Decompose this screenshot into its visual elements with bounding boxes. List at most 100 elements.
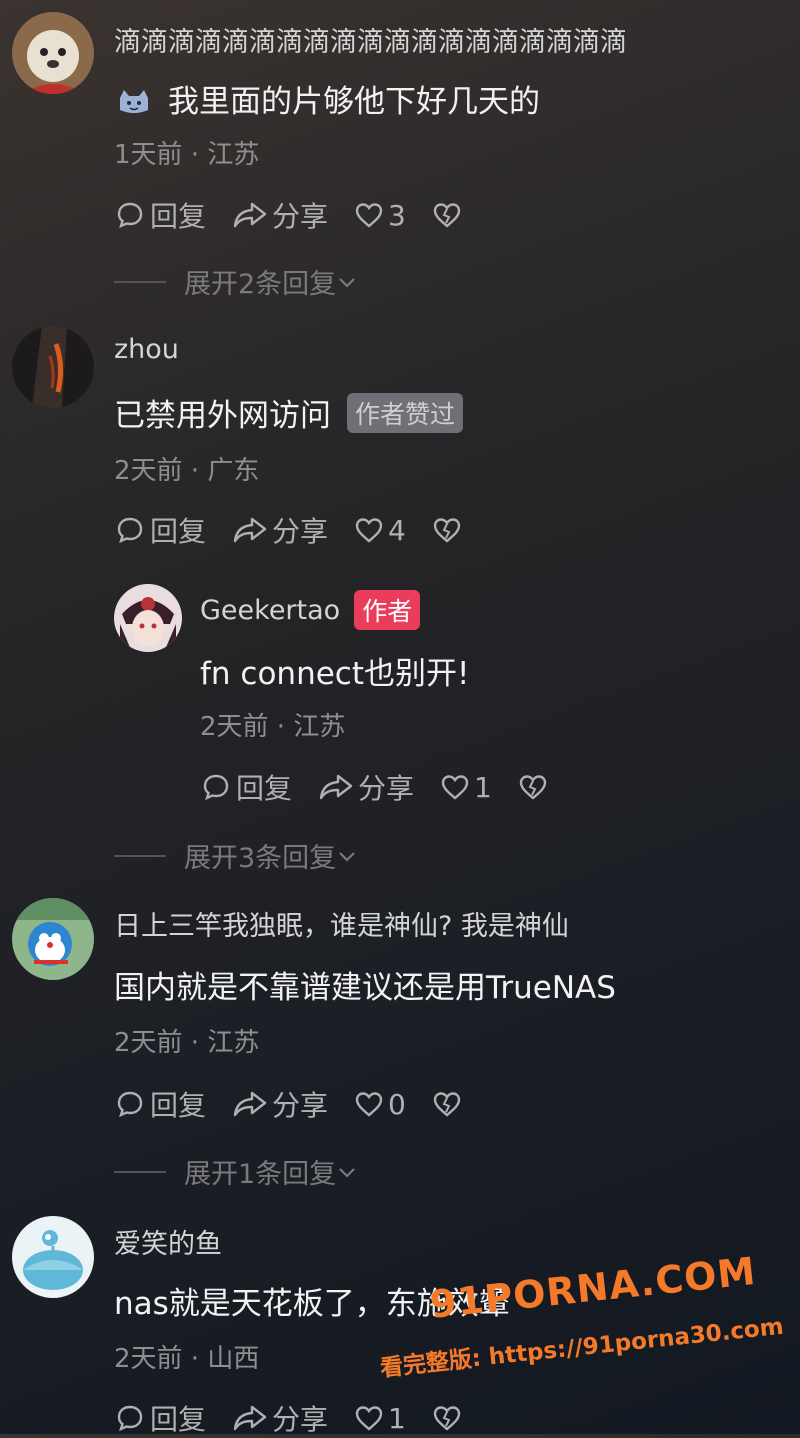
share-label: 分享 — [272, 200, 329, 233]
reply-username-text[interactable]: Geekertao — [200, 595, 340, 626]
like-button[interactable]: 0 — [354, 1088, 406, 1121]
reply-button[interactable]: 回复 — [200, 767, 292, 807]
expand-label: 展开2条回复 — [184, 269, 337, 300]
comment-item: 日上三竿我独眠，谁是神仙? 我是神仙 国内就是不靠谱建议还是用TrueNAS 2… — [0, 880, 800, 1200]
comment-meta: 1天前 · 江苏 — [114, 140, 260, 170]
cat-emoji-icon — [118, 86, 150, 113]
expand-replies-button[interactable]: 展开2条回复 — [114, 262, 358, 301]
broken-heart-icon — [519, 775, 547, 800]
share-button[interactable]: 分享 — [318, 767, 414, 807]
share-icon — [233, 1405, 267, 1431]
comment-meta: 2天前 · 江苏 — [114, 1028, 260, 1058]
comment-actions: 回复 分享 4 — [114, 510, 488, 550]
comment-username[interactable]: 日上三竿我独眠，谁是神仙? 我是神仙 — [114, 904, 569, 943]
heart-icon — [355, 518, 383, 543]
avatar-image — [12, 12, 94, 94]
heart-icon — [355, 203, 383, 228]
reply-button[interactable]: 回复 — [114, 510, 206, 550]
dislike-button[interactable] — [432, 201, 462, 229]
comment-item: 滴滴滴滴滴滴滴滴滴滴滴滴滴滴滴滴滴滴滴 我里面的片够他下好几天的 1天前 · 江… — [0, 0, 800, 300]
share-label: 分享 — [272, 1089, 329, 1122]
user-avatar[interactable] — [12, 326, 94, 408]
reply-icon — [117, 517, 143, 544]
reply-icon — [117, 1091, 143, 1118]
divider-line — [114, 1170, 166, 1173]
dislike-button[interactable] — [432, 516, 462, 544]
like-button[interactable]: 1 — [440, 771, 492, 804]
share-button[interactable]: 分享 — [232, 1398, 328, 1438]
share-label: 分享 — [358, 772, 415, 805]
broken-heart-icon — [433, 1092, 461, 1117]
user-avatar[interactable] — [12, 12, 94, 94]
user-avatar[interactable] — [12, 1216, 94, 1298]
author-badge: 作者 — [354, 590, 421, 630]
broken-heart-icon — [433, 518, 461, 543]
comment-body: 已禁用外网访问 — [114, 398, 331, 434]
reply-label: 回复 — [236, 772, 293, 805]
chevron-down-icon — [339, 277, 355, 288]
comment-text: 国内就是不靠谱建议还是用TrueNAS — [114, 970, 616, 1006]
reply-button[interactable]: 回复 — [114, 195, 206, 235]
comment-text: 已禁用外网访问 作者赞过 — [114, 390, 464, 435]
reply-actions: 回复 分享 1 — [200, 767, 574, 807]
broken-heart-icon — [433, 203, 461, 228]
comment-text: 我里面的片够他下好几天的 — [118, 76, 540, 121]
expand-label: 展开1条回复 — [184, 1159, 337, 1190]
comment-actions: 回复 分享 0 — [114, 1084, 488, 1124]
avatar-image — [12, 898, 94, 980]
comment-meta: 2天前 · 山西 — [114, 1344, 260, 1374]
reply-meta: 2天前 · 江苏 — [200, 712, 346, 742]
share-icon — [233, 1091, 267, 1117]
share-button[interactable]: 分享 — [232, 195, 328, 235]
comment-username[interactable]: 滴滴滴滴滴滴滴滴滴滴滴滴滴滴滴滴滴滴滴 — [114, 20, 627, 59]
share-icon — [233, 517, 267, 543]
share-label: 分享 — [272, 1403, 329, 1436]
share-button[interactable]: 分享 — [232, 1084, 328, 1124]
like-button[interactable]: 3 — [354, 199, 406, 232]
comment-meta: 2天前 · 广东 — [114, 456, 260, 486]
reply-icon — [117, 202, 143, 229]
like-button[interactable]: 4 — [354, 514, 406, 547]
share-icon — [319, 774, 353, 800]
chevron-down-icon — [339, 851, 355, 862]
divider-line — [114, 280, 166, 283]
reply-label: 回复 — [150, 1089, 207, 1122]
like-count: 1 — [474, 770, 492, 804]
reply-icon — [117, 1405, 143, 1432]
expand-replies-button[interactable]: 展开1条回复 — [114, 1152, 358, 1191]
share-button[interactable]: 分享 — [232, 510, 328, 550]
comment-item: zhou 已禁用外网访问 作者赞过 2天前 · 广东 回复 分享 4 Geeke… — [0, 300, 800, 880]
watermark: 91PORNA.COM 看完整版: https://91porna30.com — [379, 1249, 785, 1423]
like-count: 3 — [388, 198, 406, 232]
expand-label: 展开3条回复 — [184, 843, 337, 874]
dislike-button[interactable] — [518, 773, 548, 801]
share-label: 分享 — [272, 515, 329, 548]
reply-label: 回复 — [150, 515, 207, 548]
reply-text: fn connect也别开! — [200, 656, 470, 692]
reply-label: 回复 — [150, 200, 207, 233]
user-avatar[interactable] — [12, 898, 94, 980]
avatar-image — [114, 584, 182, 652]
reply-button[interactable]: 回复 — [114, 1398, 206, 1438]
comment-actions: 回复 分享 3 — [114, 195, 488, 235]
avatar-image — [12, 326, 94, 408]
chevron-down-icon — [339, 1167, 355, 1178]
comment-body: 我里面的片够他下好几天的 — [168, 84, 540, 120]
comment-username[interactable]: zhou — [114, 334, 179, 365]
author-liked-badge: 作者赞过 — [347, 392, 464, 433]
reply-button[interactable]: 回复 — [114, 1084, 206, 1124]
comment-username[interactable]: 爱笑的鱼 — [114, 1222, 222, 1261]
heart-icon — [441, 775, 469, 800]
reply-user-avatar[interactable] — [114, 584, 182, 652]
expand-replies-button[interactable]: 展开3条回复 — [114, 836, 358, 875]
divider-line — [114, 854, 166, 857]
reply-icon — [203, 774, 229, 801]
like-count: 4 — [388, 513, 406, 547]
avatar-image — [12, 1216, 94, 1298]
reply-username: Geekertao 作者 — [200, 590, 421, 630]
reply-label: 回复 — [150, 1403, 207, 1436]
like-count: 0 — [388, 1087, 406, 1121]
heart-icon — [355, 1092, 383, 1117]
share-icon — [233, 202, 267, 228]
dislike-button[interactable] — [432, 1090, 462, 1118]
